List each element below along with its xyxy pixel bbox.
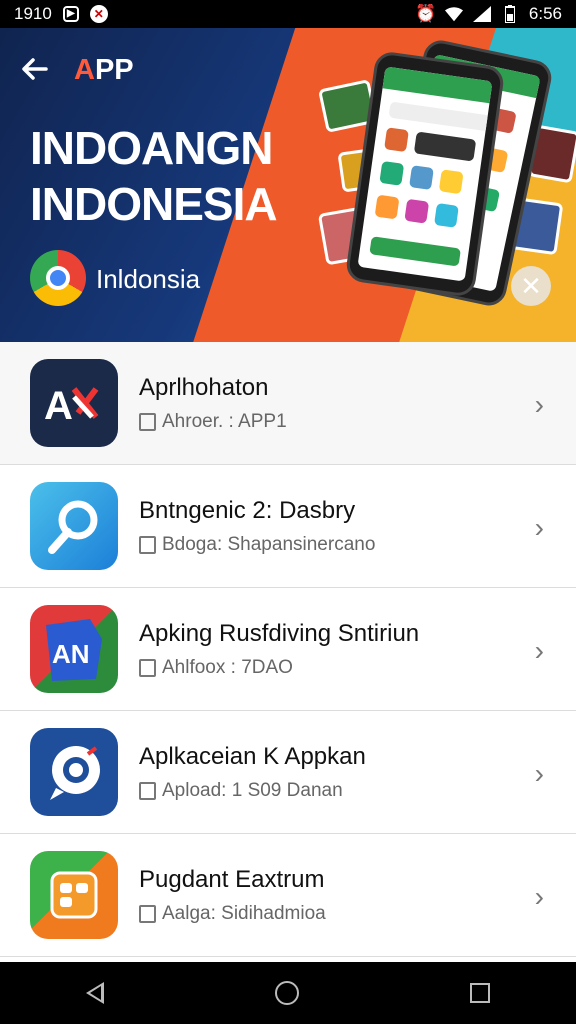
chrome-icon	[30, 250, 86, 306]
app-notification-icon: ✕	[89, 5, 108, 23]
ax-logo-icon: A	[30, 359, 118, 447]
headline-line-2: INDONESIA	[30, 178, 278, 230]
promo-banner: APP INDOANGN INDONESIA Inldonsia ✕	[0, 28, 576, 342]
chevron-right-icon: ›	[534, 758, 544, 789]
wifi-icon	[444, 5, 463, 23]
app-title: Aplkaceian K Appkan	[139, 743, 366, 770]
bag-icon	[139, 659, 156, 677]
orange-green-app-icon	[30, 851, 118, 939]
chevron-right-icon: ›	[534, 635, 544, 666]
an-cube-icon: AN	[30, 605, 118, 693]
country-label: Inldonsia	[96, 264, 201, 294]
app-title: Apking Rusfdiving Sntiriun	[139, 620, 420, 647]
brand-rest: PP	[94, 54, 134, 86]
bag-icon	[139, 413, 156, 431]
back-arrow-icon[interactable]	[20, 54, 54, 88]
svg-text:A: A	[44, 384, 73, 428]
close-icon[interactable]: ✕	[511, 266, 551, 306]
app-subtitle: Ahroer. : APP1	[162, 411, 287, 432]
list-item[interactable]: A Aprlhohaton Ahroer. : APP1 ›	[0, 342, 576, 465]
app-title: Aprlhohaton	[139, 374, 269, 401]
app-title: Pugdant Eaxtrum	[139, 866, 325, 893]
app-title: Bntngenic 2: Dasbry	[139, 497, 356, 524]
brand-accent: A	[74, 54, 95, 86]
status-bar: 1910 ▶ ✕ ⏰ 6:56	[0, 0, 576, 28]
headline-line-1: INDOANGN	[30, 122, 273, 174]
list-item[interactable]: Pugdant Eaxtrum Aalga: Sidihadmioa ›	[0, 834, 576, 957]
app-list: A Aprlhohaton Ahroer. : APP1 › Bntngenic…	[0, 342, 576, 962]
list-item[interactable]: Bntngenic 2: Dasbry Bdoga: Shapansinerca…	[0, 465, 576, 588]
chevron-right-icon: ›	[534, 881, 544, 912]
app-notification-icon: ▶	[62, 5, 80, 23]
app-subtitle: Ahlfoox : 7DAO	[162, 657, 293, 678]
app-subtitle: Apload: 1 S09 Danan	[162, 780, 343, 801]
svg-text:AN: AN	[52, 639, 90, 669]
bag-icon	[139, 536, 156, 554]
nav-recents-icon[interactable]	[470, 983, 491, 1003]
app-subtitle: Bdoga: Shapansinercano	[162, 534, 376, 555]
bag-icon	[139, 905, 156, 923]
status-time-left: 1910	[14, 4, 52, 23]
alarm-icon: ⏰	[415, 4, 437, 23]
app-subtitle: Aalga: Sidihadmioa	[162, 903, 326, 924]
signal-icon	[472, 5, 491, 23]
bag-icon	[139, 782, 156, 800]
brand-logo: APP	[74, 54, 134, 87]
chevron-right-icon: ›	[534, 512, 544, 543]
status-time-right: 6:56	[528, 4, 562, 23]
chevron-right-icon: ›	[534, 389, 544, 420]
list-item[interactable]: AN Apking Rusfdiving Sntiriun Ahlfoox : …	[0, 588, 576, 711]
banner-headline: INDOANGN INDONESIA	[30, 120, 278, 232]
chat-bubble-app-icon	[30, 728, 118, 816]
nav-back-icon[interactable]	[85, 982, 104, 1004]
nav-home-icon[interactable]	[274, 981, 299, 1005]
blue-search-app-icon	[30, 482, 118, 570]
system-nav-bar	[0, 962, 576, 1024]
battery-icon	[501, 5, 519, 23]
list-item[interactable]: Aplkaceian K Appkan Apload: 1 S09 Danan …	[0, 711, 576, 834]
